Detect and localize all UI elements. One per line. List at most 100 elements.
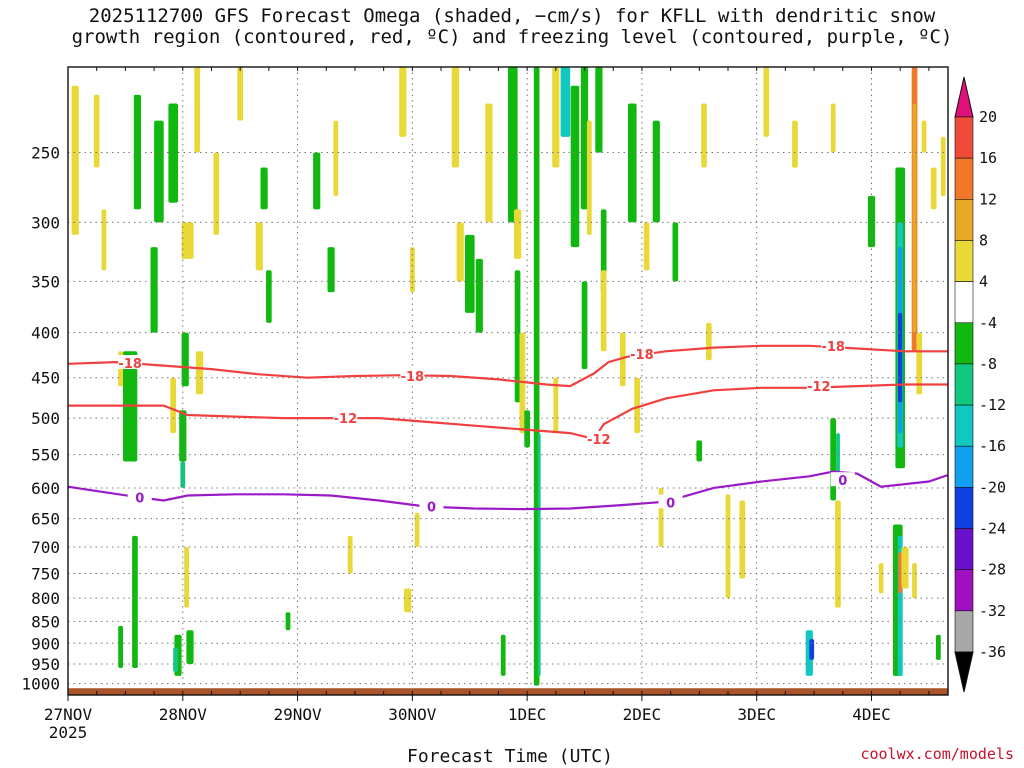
omega-cell bbox=[150, 247, 158, 333]
colorbar-segment bbox=[954, 199, 974, 241]
contour-label: 0 bbox=[838, 474, 847, 489]
omega-cell bbox=[404, 588, 412, 613]
omega-cell bbox=[327, 247, 335, 293]
omega-cell bbox=[173, 647, 178, 672]
x-tick-label: 30NOV bbox=[388, 705, 437, 724]
y-tick-label: 700 bbox=[31, 538, 60, 557]
colorbar-label: -8 bbox=[979, 355, 997, 373]
y-tick-label: 950 bbox=[31, 655, 60, 674]
omega-cell bbox=[170, 377, 176, 434]
omega-cell bbox=[181, 222, 194, 259]
omega-cell bbox=[936, 634, 941, 660]
terrain-strip bbox=[68, 688, 948, 695]
colorbar-label: 12 bbox=[979, 190, 997, 208]
colorbar-label: -16 bbox=[979, 437, 1006, 455]
colorbar-label: -24 bbox=[979, 520, 1006, 538]
colorbar-segment bbox=[954, 569, 974, 612]
omega-cell bbox=[451, 67, 459, 168]
omega-cell bbox=[898, 312, 903, 403]
colorbar-segment bbox=[954, 445, 974, 488]
x-tick-label: 3DEC bbox=[737, 705, 776, 724]
omega-cell bbox=[912, 563, 917, 599]
omega-cell bbox=[485, 103, 493, 223]
omega-cell bbox=[912, 103, 917, 333]
omega-cell bbox=[237, 67, 243, 121]
colorbar-top-triangle bbox=[954, 76, 974, 118]
colorbar-segment bbox=[954, 528, 974, 570]
x-axis-title: Forecast Time (UTC) bbox=[407, 746, 613, 767]
omega-cell bbox=[940, 136, 946, 196]
omega-cell bbox=[333, 120, 339, 196]
omega-cell bbox=[347, 535, 353, 574]
omega-cell bbox=[475, 258, 483, 333]
omega-cell bbox=[628, 103, 637, 223]
omega-cell bbox=[465, 234, 475, 313]
omega-cell bbox=[921, 120, 927, 153]
omega-cell bbox=[260, 167, 268, 210]
y-tick-label: 450 bbox=[31, 369, 60, 388]
omega-cell bbox=[266, 270, 272, 323]
y-tick-label: 600 bbox=[31, 479, 60, 498]
contour-label: 0 bbox=[135, 491, 144, 506]
colorbar-segment bbox=[954, 157, 974, 200]
colorbar-label: 16 bbox=[979, 149, 997, 167]
colorbar-label: 4 bbox=[979, 273, 988, 291]
y-tick-label: 750 bbox=[31, 564, 60, 583]
colorbar-segment bbox=[954, 487, 974, 529]
omega-cell bbox=[739, 500, 746, 579]
omega-cell bbox=[809, 639, 815, 660]
omega-cell bbox=[672, 222, 679, 282]
omega-cell bbox=[186, 630, 194, 664]
colorbar-segment bbox=[954, 610, 974, 653]
omega-cell bbox=[706, 322, 712, 361]
colorbar: 20 16 12 8 4 -4 -8 -12 -16 -20 -24 -28 -32 -36 bbox=[954, 76, 1006, 693]
colorbar-segment bbox=[954, 116, 974, 159]
y-tick-label: 550 bbox=[31, 446, 60, 465]
omega-cell bbox=[194, 67, 200, 153]
colorbar-label: -20 bbox=[979, 478, 1006, 496]
omega-cell bbox=[508, 67, 518, 223]
contour-label: -18 bbox=[118, 357, 142, 372]
omega-time-height-chart: -18 -18 -18 -18 -12 -12 -12 0 0 0 0 27NOV 28NOV 29NO… bbox=[21, 66, 1006, 767]
omega-cell bbox=[456, 222, 464, 282]
omega-cell bbox=[901, 547, 909, 589]
omega-cell bbox=[835, 500, 841, 608]
contour-label: -18 bbox=[630, 348, 654, 363]
x-tick-sublabel: 2025 bbox=[49, 723, 88, 742]
contour-label: -12 bbox=[334, 412, 358, 427]
x-tick-label: 1DEC bbox=[508, 705, 547, 724]
x-tick-label: 29NOV bbox=[273, 705, 322, 724]
omega-cell bbox=[537, 433, 541, 676]
x-tick-label: 2DEC bbox=[623, 705, 662, 724]
omega-cell bbox=[93, 94, 100, 168]
omega-cell bbox=[414, 512, 420, 547]
colorbar-segment bbox=[954, 240, 974, 282]
x-tick-label: 28NOV bbox=[159, 705, 208, 724]
y-tick-label: 850 bbox=[31, 612, 60, 631]
omega-cell bbox=[701, 103, 707, 168]
colorbar-label: -28 bbox=[979, 561, 1006, 579]
omega-cell bbox=[101, 209, 107, 271]
omega-cell bbox=[792, 120, 798, 168]
omega-cell bbox=[586, 120, 592, 235]
credit-text[interactable]: coolwx.com/models bbox=[860, 745, 1014, 763]
y-tick-label: 300 bbox=[31, 213, 60, 232]
omega-cell bbox=[652, 120, 660, 223]
contour-label: 0 bbox=[666, 496, 675, 511]
omega-cell bbox=[878, 563, 884, 594]
y-axis-ticks: 250 300 350 400 450 500 550 600 650 700 750 800 850 9… bbox=[21, 143, 60, 693]
omega-cell bbox=[600, 270, 607, 352]
y-tick-label: 650 bbox=[31, 510, 60, 529]
omega-cell bbox=[71, 85, 79, 235]
omega-cell bbox=[399, 67, 407, 137]
omega-cell bbox=[132, 535, 138, 668]
omega-cell bbox=[255, 222, 263, 271]
colorbar-label: -36 bbox=[979, 643, 1006, 661]
colorbar-label: -4 bbox=[979, 314, 997, 332]
colorbar-bottom-triangle bbox=[954, 651, 974, 693]
y-tick-label: 800 bbox=[31, 589, 60, 608]
omega-cell bbox=[570, 85, 580, 248]
y-tick-label: 250 bbox=[31, 143, 60, 162]
colorbar-segment bbox=[954, 322, 974, 365]
omega-cell bbox=[560, 67, 571, 137]
